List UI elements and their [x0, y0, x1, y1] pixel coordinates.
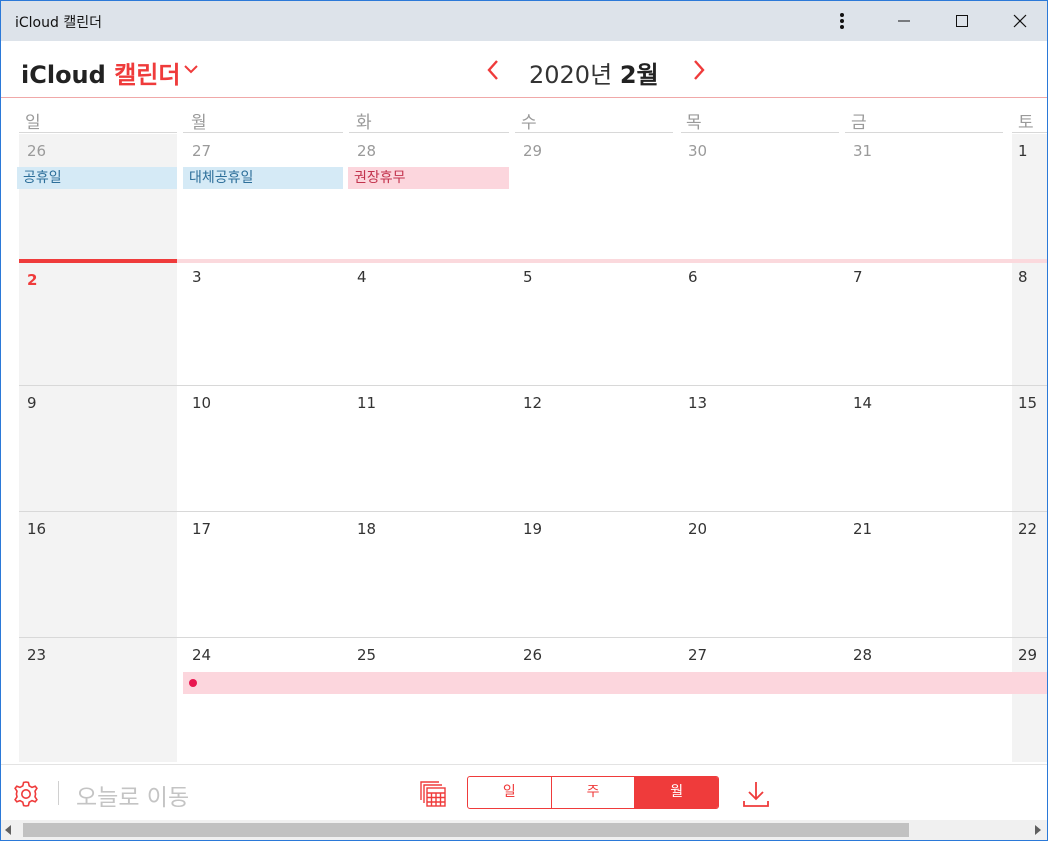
month-title: 2020년 2월: [529, 55, 659, 90]
event-substitute-holiday[interactable]: 대체공휴일: [183, 167, 343, 189]
view-switcher: 일 주 월: [467, 776, 719, 809]
download-icon[interactable]: [741, 779, 771, 809]
minimize-icon: [898, 20, 910, 22]
day-cell-date[interactable]: 28: [357, 142, 376, 160]
close-icon: [1013, 14, 1027, 28]
brand-icloud: iCloud: [21, 61, 106, 89]
today-date[interactable]: 2: [27, 271, 37, 289]
calendar-stack-icon[interactable]: [419, 780, 447, 808]
scroll-right-icon[interactable]: [1035, 825, 1041, 835]
day-cell-date[interactable]: 22: [1018, 520, 1037, 538]
divider: [58, 781, 59, 805]
weekday-sun: 일: [25, 113, 41, 133]
divider: [845, 132, 1003, 133]
chevron-left-icon[interactable]: [483, 58, 503, 82]
event-holiday[interactable]: 공휴일: [17, 167, 177, 189]
window-title: iCloud 캘린더: [15, 15, 102, 31]
day-cell-date[interactable]: 13: [688, 394, 707, 412]
event-dot: [189, 679, 197, 687]
day-cell-date[interactable]: 29: [1018, 646, 1037, 664]
current-week-indicator: [19, 259, 177, 263]
maximize-button[interactable]: [939, 1, 985, 41]
day-cell-date[interactable]: 7: [853, 268, 863, 286]
day-cell-date[interactable]: 11: [357, 394, 376, 412]
day-cell-date[interactable]: 16: [27, 520, 46, 538]
day-cell-date[interactable]: 19: [523, 520, 542, 538]
divider: [19, 637, 1047, 638]
day-cell-date[interactable]: 23: [27, 646, 46, 664]
more-options-button[interactable]: [819, 1, 865, 41]
day-cell-date[interactable]: 4: [357, 268, 367, 286]
app-brand-menu[interactable]: iCloud 캘린더: [21, 55, 180, 90]
day-cell-date[interactable]: 5: [523, 268, 533, 286]
weekday-wed: 수: [521, 113, 537, 133]
year-label: 2020년: [529, 61, 613, 89]
view-week-button[interactable]: 주: [552, 777, 636, 808]
minimize-button[interactable]: [881, 1, 927, 41]
brand-calendar: 캘린더: [114, 61, 181, 89]
chevron-right-icon[interactable]: [689, 58, 709, 82]
view-month-button[interactable]: 월: [635, 777, 718, 808]
day-cell-date[interactable]: 26: [523, 646, 542, 664]
bottom-toolbar: 오늘로 이동 일 주 월: [1, 764, 1047, 820]
sunday-column-background: [19, 134, 177, 762]
day-cell-date[interactable]: 15: [1018, 394, 1037, 412]
day-cell-date[interactable]: 27: [688, 646, 707, 664]
day-cell-date[interactable]: 9: [27, 394, 37, 412]
day-cell-date[interactable]: 12: [523, 394, 542, 412]
day-cell-date[interactable]: 26: [27, 142, 46, 160]
divider: [349, 132, 509, 133]
weekday-sat: 토: [1018, 113, 1034, 133]
weekday-thu: 목: [686, 113, 702, 133]
scroll-left-icon[interactable]: [5, 825, 11, 835]
day-cell-date[interactable]: 1: [1018, 142, 1028, 160]
event-recommended-leave[interactable]: 권장휴무: [348, 167, 509, 189]
day-cell-date[interactable]: 30: [688, 142, 707, 160]
gear-icon[interactable]: [11, 779, 41, 809]
chevron-down-icon[interactable]: [184, 65, 198, 74]
day-cell-date[interactable]: 31: [853, 142, 872, 160]
view-day-button[interactable]: 일: [468, 777, 552, 808]
scrollbar-thumb[interactable]: [23, 823, 909, 837]
divider: [681, 132, 839, 133]
divider: [515, 132, 673, 133]
app-window: iCloud 캘린더 iCloud 캘린더 2020년 2월 일 월 화 수 목…: [0, 0, 1048, 841]
divider: [183, 132, 343, 133]
weekday-fri: 금: [851, 113, 867, 133]
day-cell-date[interactable]: 8: [1018, 268, 1028, 286]
day-cell-date[interactable]: 18: [357, 520, 376, 538]
title-bar: iCloud 캘린더: [1, 1, 1047, 41]
weekday-tue: 화: [356, 113, 372, 133]
day-cell-date[interactable]: 27: [192, 142, 211, 160]
day-cell-date[interactable]: 17: [192, 520, 211, 538]
calendar-header: iCloud 캘린더 2020년 2월: [1, 41, 1047, 98]
day-cell-date[interactable]: 14: [853, 394, 872, 412]
day-cell-date[interactable]: 25: [357, 646, 376, 664]
day-cell-date[interactable]: 28: [853, 646, 872, 664]
day-cell-date[interactable]: 10: [192, 394, 211, 412]
day-cell-date[interactable]: 3: [192, 268, 202, 286]
go-today-button[interactable]: 오늘로 이동: [76, 778, 189, 812]
divider: [19, 511, 1047, 512]
month-label: 2월: [619, 61, 659, 89]
day-cell-date[interactable]: 20: [688, 520, 707, 538]
more-vertical-icon: [840, 13, 844, 29]
current-week-indicator-band: [177, 259, 1047, 263]
close-button[interactable]: [997, 1, 1043, 41]
day-cell-date[interactable]: 21: [853, 520, 872, 538]
day-cell-date[interactable]: 6: [688, 268, 698, 286]
weekday-mon: 월: [191, 113, 207, 133]
saturday-column-background: [1012, 134, 1047, 762]
horizontal-scrollbar[interactable]: [1, 820, 1047, 840]
day-cell-date[interactable]: 24: [192, 646, 211, 664]
month-grid: 일 월 화 수 목 금 토 26 27 28 29 30 31 1 공휴일 대체…: [1, 98, 1047, 764]
divider: [19, 385, 1047, 386]
day-cell-date[interactable]: 29: [523, 142, 542, 160]
divider: [1012, 132, 1047, 133]
event-multi-day[interactable]: [183, 672, 1047, 694]
divider: [19, 132, 177, 133]
maximize-icon: [956, 15, 968, 27]
